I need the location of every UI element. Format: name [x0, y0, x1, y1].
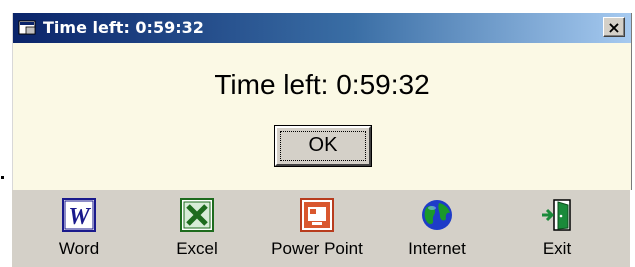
launcher-excel-label: Excel — [176, 239, 218, 258]
time-left-message: Time left: 0:59:32 — [214, 69, 430, 100]
launcher-excel[interactable]: Excel — [137, 190, 257, 267]
launcher-exit[interactable]: Exit — [497, 190, 617, 267]
window-title: Time left: 0:59:32 — [43, 18, 204, 37]
launcher-word[interactable]: W Word — [19, 190, 139, 267]
title-bar[interactable]: Time left: 0:59:32 × — [13, 13, 631, 43]
powerpoint-icon — [300, 198, 334, 232]
word-icon: W — [62, 198, 96, 232]
internet-icon — [422, 200, 452, 230]
launcher-powerpoint[interactable]: Power Point — [257, 190, 377, 267]
close-button[interactable]: × — [603, 17, 625, 37]
window-icon — [18, 20, 36, 35]
exit-icon — [542, 199, 571, 231]
app-launcher-bar: W Word Excel Power Point Internet Exit — [12, 190, 630, 267]
stray-dot — [1, 176, 4, 179]
ok-button[interactable]: OK — [274, 125, 372, 167]
svg-text:W: W — [68, 204, 91, 230]
close-icon: × — [607, 18, 621, 37]
timer-dialog: Time left: 0:59:32 × Time left: 0:59:32 … — [12, 13, 632, 190]
launcher-exit-label: Exit — [542, 239, 572, 258]
ok-button-label: OK — [308, 134, 338, 156]
launcher-internet-label: Internet — [408, 239, 466, 258]
launcher-internet[interactable]: Internet — [377, 190, 497, 267]
launcher-word-label: Word — [58, 239, 100, 258]
launcher-powerpoint-label: Power Point — [271, 239, 363, 258]
excel-icon — [180, 198, 214, 232]
